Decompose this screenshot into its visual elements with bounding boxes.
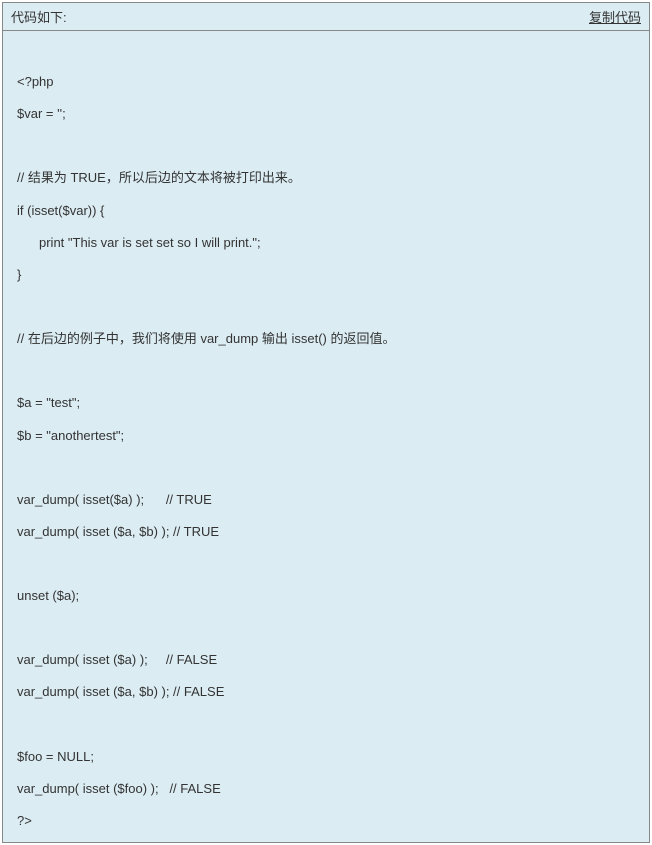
code-line: var_dump( isset ($a, $b) ); // TRUE [17,523,635,541]
code-line: var_dump( isset ($foo) ); // FALSE [17,780,635,798]
code-header: 代码如下: 复制代码 [3,3,649,31]
code-line: unset ($a); [17,587,635,605]
code-line: } [17,266,635,284]
code-line [17,41,635,59]
code-line [17,555,635,573]
code-body: <?php $var = ''; // 结果为 TRUE，所以后边的文本将被打印… [3,31,649,842]
code-line: $foo = NULL; [17,748,635,766]
code-line: var_dump( isset ($a, $b) ); // FALSE [17,683,635,701]
code-line: $var = ''; [17,105,635,123]
code-line: // 在后边的例子中，我们将使用 var_dump 输出 isset() 的返回… [17,330,635,348]
code-line [17,298,635,316]
code-line: print "This var is set set so I will pri… [17,234,635,252]
code-line: var_dump( isset($a) ); // TRUE [17,491,635,509]
code-line [17,362,635,380]
code-line: $a = "test"; [17,394,635,412]
code-line: if (isset($var)) { [17,202,635,220]
code-block: 代码如下: 复制代码 <?php $var = ''; // 结果为 TRUE，… [2,2,650,843]
code-line: ?> [17,812,635,830]
code-line: var_dump( isset ($a) ); // FALSE [17,651,635,669]
code-line [17,619,635,637]
code-line: $b = "anothertest"; [17,427,635,445]
code-line: <?php [17,73,635,91]
code-line [17,459,635,477]
copy-code-link[interactable]: 复制代码 [589,7,641,26]
code-line [17,137,635,155]
code-line [17,716,635,734]
code-label: 代码如下: [11,7,67,26]
code-line: // 结果为 TRUE，所以后边的文本将被打印出来。 [17,169,635,187]
